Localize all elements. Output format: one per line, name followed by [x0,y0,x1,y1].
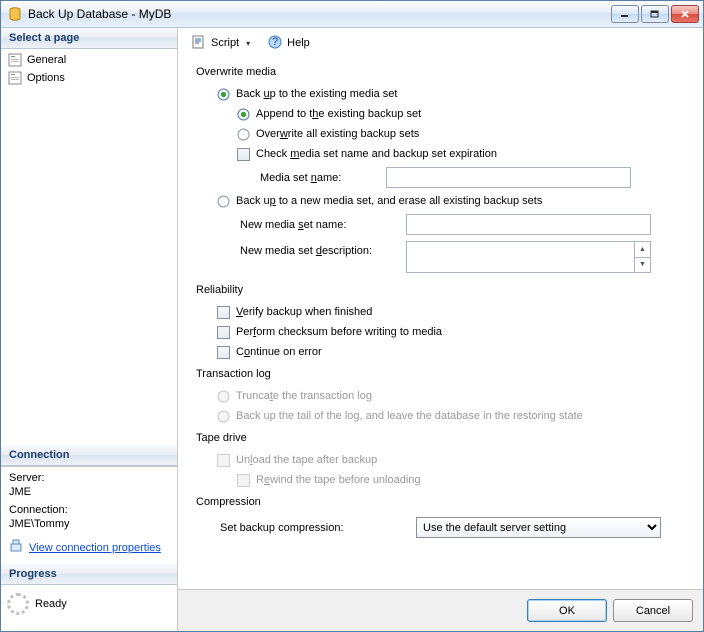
progress-state: Ready [35,598,67,610]
connection-header: Connection [1,445,177,466]
page-label: Options [27,72,65,84]
page-icon [7,70,23,86]
help-icon: ? [267,34,283,53]
unload-checkbox-row: Unload the tape after backup [216,450,685,470]
script-button[interactable]: Script ▾ [186,30,258,57]
checksum-checkbox-row[interactable]: Perform checksum before writing to media [216,322,685,342]
radio-selected-icon [217,88,230,101]
view-connection-link[interactable]: View connection properties [29,542,161,554]
server-label: Server: [9,472,169,484]
checkbox-icon [217,326,230,339]
titlebar[interactable]: Back Up Database - MyDB [1,1,703,28]
window: Back Up Database - MyDB Select a page Ge… [0,0,704,632]
page-item-options[interactable]: Options [1,69,177,87]
page-icon [7,52,23,68]
toolbar: Script ▾ ? Help [178,28,703,58]
radio-disabled-icon [217,390,230,403]
minimize-button[interactable] [611,5,639,23]
backup-new-radio-row[interactable]: Back up to a new media set, and erase al… [216,191,685,211]
progress-spinner-icon [7,593,29,615]
desc-up-button[interactable]: ▲ [635,242,650,258]
ok-button[interactable]: OK [527,599,607,622]
checkbox-disabled-icon [217,454,230,467]
help-label: Help [287,37,310,49]
verify-checkbox-row[interactable]: Verify backup when finished [216,302,685,322]
check-media-checkbox-row[interactable]: Check media set name and backup set expi… [236,144,685,164]
append-radio-row[interactable]: Append to the existing backup set [236,104,685,124]
checkbox-icon [217,306,230,319]
svg-text:?: ? [272,36,278,48]
set-compression-label: Set backup compression: [216,522,416,534]
tail-radio-row: Back up the tail of the log, and leave t… [216,406,685,426]
page-label: General [27,54,66,66]
close-button[interactable] [671,5,699,23]
cancel-button[interactable]: Cancel [613,599,693,622]
left-pane: Select a page General Options Connection… [1,28,178,631]
chevron-down-icon[interactable]: ▾ [243,39,253,48]
checkbox-icon [237,148,250,161]
radio-unselected-icon [217,195,230,208]
media-set-name-input[interactable] [386,167,631,188]
checkbox-disabled-icon [237,474,250,487]
connection-label: Connection: [9,504,169,516]
script-label: Script [211,37,239,49]
script-icon [191,34,207,53]
new-media-desc-input[interactable] [406,241,635,273]
overwrite-all-radio-row[interactable]: Overwrite all existing backup sets [236,124,685,144]
truncate-radio-row: Truncate the transaction log [216,386,685,406]
maximize-button[interactable] [641,5,669,23]
compression-combo[interactable]: Use the default server setting [416,517,661,538]
desc-down-button[interactable]: ▼ [635,258,650,273]
reliability-group: Reliability [196,284,685,296]
tape-group: Tape drive [196,432,685,444]
page-item-general[interactable]: General [1,51,177,69]
backup-existing-radio-row[interactable]: Back up to the existing media set [216,84,685,104]
window-title: Back Up Database - MyDB [28,7,611,21]
overwrite-media-group: Overwrite media [196,66,685,78]
server-value: JME [9,486,169,498]
rewind-checkbox-row: Rewind the tape before unloading [236,470,685,490]
app-icon [7,6,23,22]
select-page-header: Select a page [1,28,177,49]
connection-icon [9,538,25,557]
footer: OK Cancel [178,589,703,631]
content-area: Overwrite media Back up to the existing … [178,58,703,589]
txlog-group: Transaction log [196,368,685,380]
radio-selected-icon [237,108,250,121]
radio-disabled-icon [217,410,230,423]
continue-checkbox-row[interactable]: Continue on error [216,342,685,362]
checkbox-icon [217,346,230,359]
connection-value: JME\Tommy [9,518,169,530]
radio-unselected-icon [237,128,250,141]
progress-header: Progress [1,564,177,585]
compression-group: Compression [196,496,685,508]
new-media-name-input[interactable] [406,214,651,235]
help-button[interactable]: ? Help [262,30,315,57]
